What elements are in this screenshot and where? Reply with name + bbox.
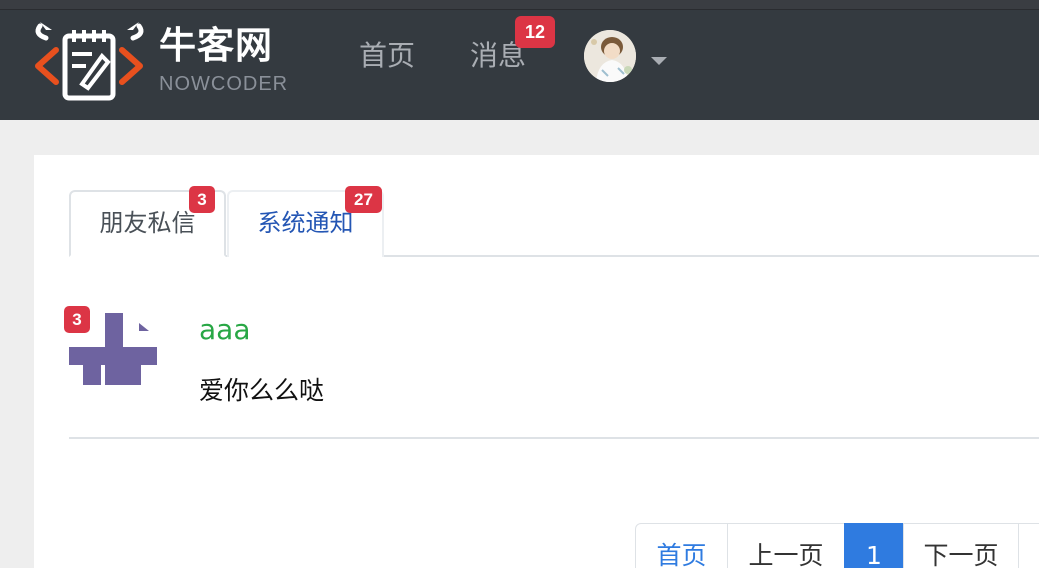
messages-unread-badge: 12 [515, 16, 555, 48]
system-notices-badge: 27 [345, 186, 382, 213]
pagination: 首页 上一页 1 下一页 [635, 523, 1039, 568]
window-top-strip [0, 0, 1039, 10]
friend-messages-badge: 3 [189, 186, 215, 213]
page-last-button[interactable] [1018, 523, 1039, 568]
nav-link-home[interactable]: 首页 [359, 36, 415, 76]
page-first-button[interactable]: 首页 [635, 523, 728, 568]
page-current-button[interactable]: 1 [844, 523, 904, 568]
message-preview-text[interactable]: 爱你么么哒 [199, 375, 324, 407]
user-avatar-image-icon [584, 30, 636, 82]
brand-name-cn[interactable]: 牛客网 [159, 24, 273, 68]
brand-name-en[interactable]: NOWCODER [159, 72, 288, 96]
user-menu-chevron-down-icon[interactable] [651, 57, 667, 65]
page-prev-button[interactable]: 上一页 [727, 523, 845, 568]
user-avatar[interactable] [584, 30, 636, 82]
message-sender-name[interactable]: aaa [199, 313, 250, 347]
message-unread-badge: 3 [64, 306, 90, 333]
nowcoder-logo-icon[interactable] [32, 20, 147, 102]
page-next-button[interactable]: 下一页 [903, 523, 1019, 568]
message-divider [69, 437, 1039, 439]
